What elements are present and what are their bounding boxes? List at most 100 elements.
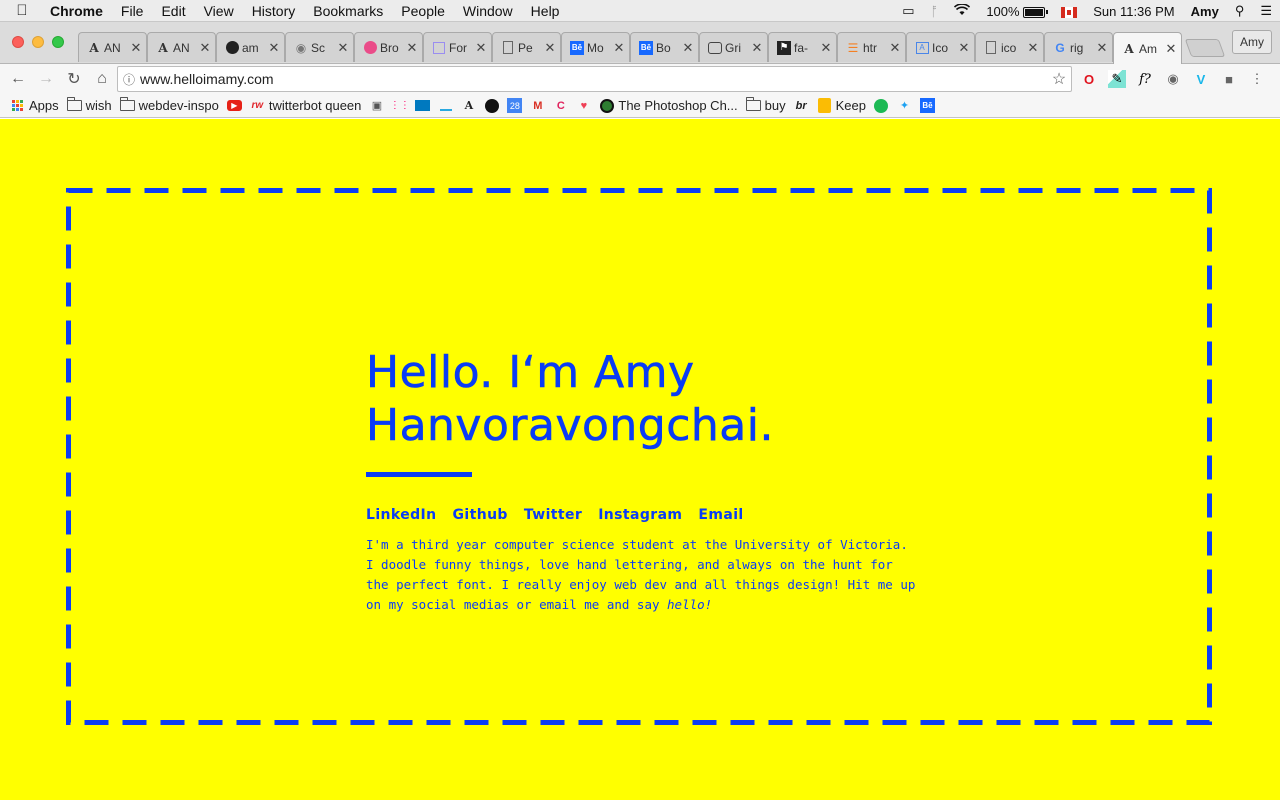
forward-arrow-icon[interactable]: → [32, 70, 60, 88]
menu-edit[interactable]: Edit [152, 3, 194, 19]
menu-help[interactable]: Help [522, 3, 569, 19]
menu-file[interactable]: File [112, 3, 153, 19]
tab[interactable]: ◉ Sc ✕ [285, 32, 354, 62]
bookmark-item[interactable]: buy [745, 97, 786, 113]
home-icon[interactable]: ⌂ [88, 70, 116, 88]
tab-close-icon[interactable]: ✕ [544, 40, 556, 56]
battery-status[interactable]: 100% [978, 4, 1053, 19]
bookmark-item[interactable] [438, 98, 453, 113]
profile-button[interactable]: Amy [1232, 30, 1272, 54]
menu-window[interactable]: Window [454, 3, 522, 19]
tab-close-icon[interactable]: ✕ [958, 40, 970, 56]
bookmark-item[interactable]: ▶ [226, 98, 242, 113]
color-picker-extension-icon[interactable]: ✎ [1108, 70, 1126, 88]
tab-close-icon[interactable]: ✕ [751, 40, 763, 56]
tab[interactable]: Gri ✕ [699, 32, 768, 62]
bookmark-star-icon[interactable]: ☆ [1047, 69, 1071, 89]
tab-close-icon[interactable]: ✕ [406, 40, 418, 56]
pocket-extension-icon[interactable]: ◉ [1164, 70, 1182, 88]
bookmark-item[interactable]: C [553, 98, 568, 113]
tab-close-icon[interactable]: ✕ [268, 40, 280, 56]
bookmark-item[interactable] [415, 98, 431, 113]
spotlight-search-icon[interactable]: ⚲ [1227, 3, 1253, 19]
opera-extension-icon[interactable]: O [1080, 70, 1098, 88]
vimeo-extension-icon[interactable]: V [1192, 70, 1210, 88]
tab[interactable]: Bro ✕ [354, 32, 423, 62]
menu-app-chrome[interactable]: Chrome [44, 3, 112, 19]
tab[interactable]: Grig ✕ [1044, 32, 1113, 62]
bookmark-item[interactable]: br [794, 98, 809, 113]
tab[interactable]: Bē Bo ✕ [630, 32, 699, 62]
wifi-icon[interactable] [946, 2, 978, 19]
bookmark-item[interactable]: ▣ [369, 98, 384, 113]
bookmark-item[interactable]: ⋮⋮ [390, 98, 410, 113]
clock[interactable]: Sun 11:36 PM [1085, 4, 1182, 19]
menu-bookmarks[interactable]: Bookmarks [304, 3, 392, 19]
tab-close-icon[interactable]: ✕ [1096, 40, 1108, 56]
maximize-window-button[interactable] [52, 36, 64, 48]
airplay-icon[interactable]: ▭ [894, 3, 922, 19]
minimize-window-button[interactable] [32, 36, 44, 48]
bookmark-item[interactable]: The Photoshop Ch... [599, 98, 738, 113]
bookmark-item[interactable]: 28 [507, 98, 523, 113]
bookmark-item[interactable]: Apps [10, 98, 59, 113]
bookmark-item[interactable]: ♥ [576, 98, 591, 113]
bookmark-item[interactable]: Keep [817, 98, 866, 113]
address-bar[interactable]: ⓘ www.helloimamy.com ☆ [117, 66, 1072, 92]
tab[interactable]: A AN ✕ [147, 32, 216, 62]
tab-close-icon[interactable]: ✕ [1027, 40, 1039, 56]
tab[interactable]: A Ico ✕ [906, 32, 975, 62]
bluetooth-icon[interactable]: ᚩ [923, 4, 947, 19]
menu-people[interactable]: People [392, 3, 454, 19]
tab-close-icon[interactable]: ✕ [130, 40, 142, 56]
tab-close-icon[interactable]: ✕ [820, 40, 832, 56]
tab-active[interactable]: A Am ✕ [1113, 32, 1182, 64]
instagram-link[interactable]: Instagram [598, 507, 682, 523]
tab-close-icon[interactable]: ✕ [1165, 41, 1177, 57]
chrome-menu-icon[interactable]: ⋮ [1248, 70, 1266, 88]
back-arrow-icon[interactable]: ← [4, 70, 32, 88]
tab[interactable]: Pe ✕ [492, 32, 561, 62]
twitter-link[interactable]: Twitter [524, 507, 582, 523]
menu-view[interactable]: View [195, 3, 243, 19]
tab-close-icon[interactable]: ✕ [613, 40, 625, 56]
new-tab-button[interactable] [1184, 39, 1226, 57]
tab-favicon-icon [708, 41, 722, 55]
tab[interactable]: ☰ htr ✕ [837, 32, 906, 62]
tab[interactable]: ico ✕ [975, 32, 1044, 62]
tab-close-icon[interactable]: ✕ [475, 40, 487, 56]
menu-history[interactable]: History [243, 3, 305, 19]
bookmark-item[interactable]: A [461, 98, 476, 113]
bookmark-item[interactable]: ✦ [897, 98, 912, 113]
tab[interactable]: ⚑ fa- ✕ [768, 32, 837, 62]
ghostery-extension-icon[interactable]: ■ [1220, 70, 1238, 88]
tab[interactable]: am ✕ [216, 32, 285, 62]
email-link[interactable]: Email [698, 507, 743, 523]
bookmark-item[interactable]: M [530, 98, 545, 113]
tab-title: AN [104, 40, 121, 55]
bookmark-item[interactable]: Bē [919, 98, 935, 113]
user-menu[interactable]: Amy [1183, 4, 1227, 19]
reload-icon[interactable]: ↻ [60, 69, 88, 89]
notification-center-icon[interactable]: ☰ [1252, 3, 1280, 19]
bookmark-item[interactable] [484, 98, 499, 113]
tab-close-icon[interactable]: ✕ [199, 40, 211, 56]
bookmark-item[interactable]: rw twitterbot queen [250, 98, 362, 113]
tab-close-icon[interactable]: ✕ [337, 40, 349, 56]
apple-menu-icon[interactable]:  [0, 2, 44, 19]
site-info-icon[interactable]: ⓘ [118, 71, 140, 88]
address-url[interactable]: www.helloimamy.com [140, 71, 1047, 87]
tab[interactable]: Bē Mo ✕ [561, 32, 630, 62]
whatfont-extension-icon[interactable]: f? [1136, 70, 1154, 88]
close-window-button[interactable] [12, 36, 24, 48]
linkedin-link[interactable]: LinkedIn [366, 507, 437, 523]
tab[interactable]: A AN ✕ [78, 32, 147, 62]
tab-close-icon[interactable]: ✕ [889, 40, 901, 56]
bookmark-item[interactable]: webdev-inspo [119, 97, 219, 113]
bookmark-item[interactable]: wish [66, 97, 112, 113]
github-link[interactable]: Github [453, 507, 508, 523]
tab[interactable]: For ✕ [423, 32, 492, 62]
tab-close-icon[interactable]: ✕ [682, 40, 694, 56]
bookmark-item[interactable] [874, 98, 889, 113]
input-source-flag-icon[interactable] [1053, 4, 1085, 19]
